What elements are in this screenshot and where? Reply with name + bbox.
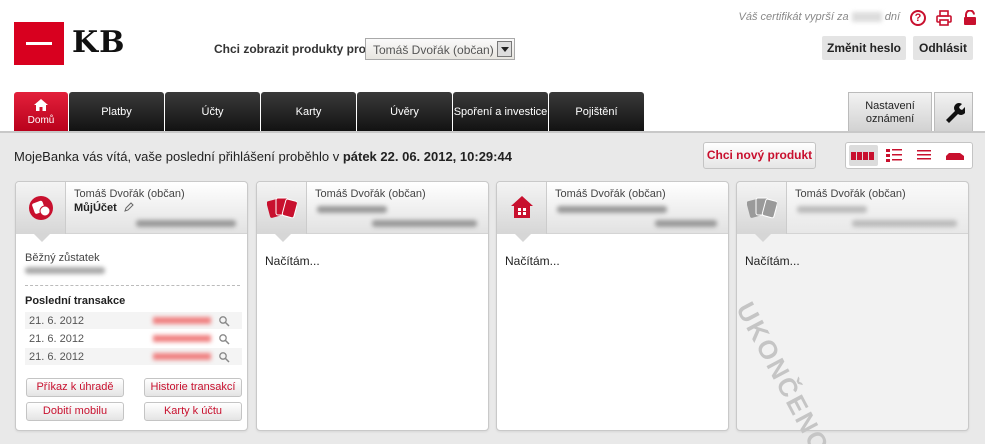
- new-product-button[interactable]: Chci nový produkt: [703, 142, 816, 169]
- tab-savings[interactable]: Spoření a investice: [453, 92, 548, 132]
- cert-days-redacted: [851, 12, 882, 23]
- product-name-redacted: [557, 206, 667, 213]
- tab-home[interactable]: Domů: [14, 92, 68, 132]
- card-icon-box: [257, 182, 307, 242]
- wrench-icon: [946, 103, 965, 123]
- lock-icon[interactable]: [962, 10, 978, 26]
- view-tiles-button[interactable]: [849, 145, 878, 166]
- card-header[interactable]: Tomáš Dvořák (občan) MůjÚčet: [16, 182, 247, 242]
- card-owner: Tomáš Dvořák (občan): [74, 188, 185, 200]
- house-icon: [511, 196, 533, 218]
- products-select[interactable]: Tomáš Dvořák (občan): [365, 38, 515, 60]
- logout-button[interactable]: Odhlásit: [913, 36, 973, 60]
- card-header[interactable]: Tomáš Dvořák (občan): [257, 182, 488, 242]
- products-label: Chci zobrazit produkty pro: [214, 42, 367, 56]
- ended-product-card: Tomáš Dvořák (občan) Načítám... UKONČENO: [731, 181, 969, 444]
- product-name-redacted: [317, 206, 387, 213]
- loading-text: Načítám...: [265, 254, 320, 268]
- ended-stamp: UKONČENO: [730, 297, 836, 444]
- account-number-redacted: [136, 220, 236, 227]
- card-icon-box: [16, 182, 66, 242]
- account-name-text: MůjÚčet: [74, 202, 117, 214]
- card-icon-box: [497, 182, 547, 242]
- transaction-date: 21. 6. 2012: [29, 314, 85, 327]
- detail-list-icon: [885, 148, 902, 162]
- tab-accounts[interactable]: Účty: [165, 92, 260, 132]
- print-icon[interactable]: [936, 10, 952, 26]
- card-view-icon: [945, 152, 964, 160]
- product-name-redacted: [797, 206, 867, 213]
- card-icon-box: [737, 182, 787, 242]
- card-owner: Tomáš Dvořák (občan): [315, 188, 426, 200]
- loading-text: Načítám...: [745, 254, 800, 268]
- card-number-redacted: [852, 220, 957, 227]
- transaction-row[interactable]: 21. 6. 2012: [25, 312, 242, 330]
- tab-insurance[interactable]: Pojištění: [549, 92, 644, 132]
- mortgage-card: Tomáš Dvořák (občan) Načítám...: [496, 181, 729, 431]
- mobile-topup-button[interactable]: Dobití mobilu: [26, 402, 124, 421]
- transaction-row[interactable]: 21. 6. 2012: [25, 330, 242, 348]
- cert-prefix: Váš certifikát vyprší za: [738, 11, 849, 23]
- cert-suffix: dní: [884, 11, 900, 23]
- transaction-amount-redacted: [153, 335, 211, 342]
- card-divider: [25, 285, 240, 286]
- balance-label: Běžný zůstatek: [25, 252, 100, 264]
- card-owner: Tomáš Dvořák (občan): [555, 188, 666, 200]
- welcome-message: MojeBanka vás vítá, vaše poslední přihlá…: [14, 149, 512, 164]
- account-icon: [29, 196, 53, 220]
- view-detail-list-button[interactable]: [880, 145, 909, 166]
- kb-logo[interactable]: [14, 22, 64, 65]
- playing-cards-icon: [747, 197, 777, 219]
- account-name[interactable]: MůjÚčet: [74, 202, 134, 214]
- tools-tab[interactable]: [934, 92, 973, 132]
- account-card: Tomáš Dvořák (občan) MůjÚčet Běžný zůsta…: [15, 181, 248, 431]
- edit-pencil-icon[interactable]: [124, 202, 134, 212]
- account-cards-button[interactable]: Karty k účtu: [144, 402, 242, 421]
- search-icon[interactable]: [218, 351, 230, 363]
- card-header[interactable]: Tomáš Dvořák (občan): [497, 182, 728, 242]
- loading-text: Načítám...: [505, 254, 560, 268]
- tiles-view-icon: [851, 151, 875, 160]
- transaction-history-button[interactable]: Historie transakcí: [144, 378, 242, 397]
- tab-cards[interactable]: Karty: [261, 92, 356, 132]
- tab-loans[interactable]: Úvěry: [357, 92, 452, 132]
- view-switcher: [845, 142, 973, 169]
- kb-logo-text[interactable]: KB: [72, 25, 125, 60]
- tab-payments[interactable]: Platby: [69, 92, 164, 132]
- change-password-button[interactable]: Změnit heslo: [822, 36, 906, 60]
- transactions-list: 21. 6. 2012 21. 6. 2012 21. 6. 2012: [25, 312, 242, 366]
- notification-settings-tab[interactable]: Nastavení oznámení: [848, 92, 932, 132]
- transaction-amount-redacted: [153, 317, 211, 324]
- cards-card: Tomáš Dvořák (občan) Načítám...: [256, 181, 489, 431]
- card-number-redacted: [372, 220, 477, 227]
- products-select-value: Tomáš Dvořák (občan): [373, 43, 494, 57]
- last-login-date: pátek 22. 06. 2012, 10:29:44: [342, 149, 512, 164]
- transactions-title: Poslední transakce: [25, 295, 126, 307]
- payment-order-button[interactable]: Příkaz k úhradě: [26, 378, 124, 397]
- view-list-button[interactable]: [910, 145, 939, 166]
- welcome-prefix: MojeBanka vás vítá, vaše poslední přihlá…: [14, 149, 340, 164]
- search-icon[interactable]: [218, 333, 230, 345]
- transaction-date: 21. 6. 2012: [29, 350, 85, 363]
- card-owner: Tomáš Dvořák (občan): [795, 188, 906, 200]
- product-number-redacted: [655, 220, 717, 227]
- playing-cards-icon: [267, 197, 297, 219]
- home-icon: [34, 98, 48, 111]
- main-nav: Domů Platby Účty Karty Úvěry Spoření a i…: [14, 92, 645, 132]
- certificate-expiry: Váš certifikát vyprší za dní: [739, 11, 900, 23]
- tab-home-label: Domů: [27, 114, 55, 126]
- search-icon[interactable]: [218, 315, 230, 327]
- dashboard: MojeBanka vás vítá, vaše poslední přihlá…: [0, 133, 985, 444]
- help-icon[interactable]: ?: [910, 10, 926, 26]
- list-icon: [917, 149, 932, 159]
- transaction-amount-redacted: [153, 353, 211, 360]
- card-header[interactable]: Tomáš Dvořák (občan): [737, 182, 968, 242]
- transaction-date: 21. 6. 2012: [29, 332, 85, 345]
- view-cards-button[interactable]: [941, 145, 970, 166]
- balance-redacted: [25, 267, 105, 274]
- transaction-row[interactable]: 21. 6. 2012: [25, 348, 242, 366]
- chevron-down-icon[interactable]: [497, 41, 512, 57]
